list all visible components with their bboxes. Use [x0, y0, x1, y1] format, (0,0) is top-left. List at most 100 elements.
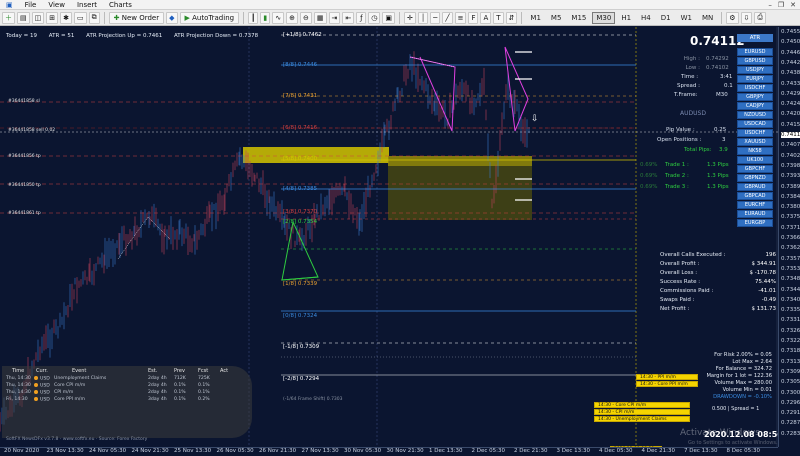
pair-button-eurusd[interactable]: EURUSD — [737, 48, 773, 56]
tf-m1[interactable]: M1 — [526, 12, 545, 24]
pair-button-eurjpy[interactable]: EURJPY — [737, 75, 773, 83]
terminal-icon[interactable]: ▭ — [74, 11, 87, 24]
label-icon[interactable]: T — [493, 11, 504, 24]
indicators-icon[interactable]: ƒ — [356, 11, 367, 24]
periods-icon[interactable]: ◷ — [368, 11, 381, 24]
autotrading-button[interactable]: ▶ AutoTrading — [179, 11, 240, 24]
pair-button-gbpnzd[interactable]: GBPNZD — [737, 174, 773, 182]
trade2-pct: 0.69% — [640, 173, 658, 179]
pair-button-usdcad[interactable]: USDCAD — [737, 120, 773, 128]
menu-charts[interactable]: Charts — [103, 1, 138, 9]
templates-icon[interactable]: ▣ — [382, 11, 396, 24]
pair-button-usdjpy[interactable]: USDJPY — [737, 66, 773, 74]
pair-button-gbpchf[interactable]: GBPCHF — [737, 165, 773, 173]
price-axis[interactable]: 0.74550 0.74505 0.74460 0.74420 0.74380 0.743… — [778, 27, 800, 447]
pair-button-euraud[interactable]: EURAUD — [737, 210, 773, 218]
tf-m5[interactable]: M5 — [547, 12, 566, 24]
market-watch-icon[interactable]: ◫ — [31, 11, 45, 24]
new-chart-icon[interactable]: ＋ — [2, 11, 15, 24]
restore-icon[interactable]: ❐ — [778, 1, 784, 9]
pair-button-xauusd[interactable]: XAUUSD — [737, 138, 773, 146]
pair-button-cadjpy[interactable]: CADJPY — [737, 102, 773, 110]
tf-h4[interactable]: H4 — [637, 12, 655, 24]
today-label: Today = 19 — [6, 33, 38, 39]
bar-chart-icon[interactable]: ┃ — [248, 11, 259, 24]
news-row-curr: USD — [34, 390, 50, 396]
news-col-act: Act — [220, 368, 229, 374]
risk-line-6: Volume Min = 0.01 — [722, 387, 772, 393]
order-tag-tp2[interactable]: #36441850 tp — [8, 183, 41, 188]
vertical-line-icon[interactable]: │ — [417, 11, 429, 24]
crosshair-icon[interactable]: ✛ — [404, 11, 416, 24]
navigator-icon[interactable]: ✱ — [60, 11, 72, 24]
order-tag-sell[interactable]: #36441858 sell 0.02 — [8, 128, 55, 133]
tile-icon[interactable]: ▦ — [313, 11, 327, 24]
tf-h1[interactable]: H1 — [617, 12, 635, 24]
price-axis-label: 0.73265 — [781, 327, 800, 334]
pair-button-gbpusd[interactable]: GBPUSD — [737, 57, 773, 65]
tester-icon[interactable]: ⧉ — [88, 11, 100, 24]
price-axis-label: 0.72830 — [781, 430, 800, 437]
time-axis[interactable]: 20 Nov 2020 23 Nov 13:30 24 Nov 05:30 24 No… — [0, 447, 778, 456]
channel-icon[interactable]: ≡ — [454, 11, 467, 24]
order-tag-tp1[interactable]: #36441856 tp — [8, 154, 41, 159]
level-plus1: [+1/8] 0.7462 — [283, 32, 322, 38]
text-icon[interactable]: A — [480, 11, 492, 24]
line-chart-icon[interactable]: ∿ — [272, 11, 285, 24]
stat-commissions: Commissions Paid : -41.01 — [660, 288, 776, 294]
candlestick-icon[interactable]: ▮ — [260, 11, 271, 24]
data-window-icon[interactable]: ⊞ — [46, 11, 59, 24]
price-axis-label: 0.72870 — [781, 420, 800, 427]
menu-insert[interactable]: Insert — [71, 1, 103, 9]
autoscroll-icon[interactable]: ⇥ — [328, 11, 341, 24]
news-row-time: Thu, 14:30 — [6, 376, 31, 381]
trendline-icon[interactable]: ╱ — [442, 11, 453, 24]
menu-view[interactable]: View — [42, 1, 71, 9]
order-tag-tp3[interactable]: #36441861 tp — [8, 211, 41, 216]
pair-button-eurgbp[interactable]: EURGBP — [737, 219, 773, 227]
account-stats: Overall Calls Executed :196 Overall Prof… — [660, 252, 776, 315]
trade1-label: Trade 1 : — [665, 162, 689, 168]
drawdown-label: DRAWDOWN = -0.10% — [713, 394, 772, 400]
order-tag-sl[interactable]: #36441858 sl — [8, 99, 40, 104]
toolbar: ＋ ▤ ◫ ⊞ ✱ ▭ ⧉ ✚ New Order ◆ ▶ AutoTradin… — [0, 10, 800, 26]
zoom-out-icon[interactable]: ⊖ — [300, 11, 312, 24]
tframe-label: T.Frame: — [674, 92, 698, 98]
profiles-icon[interactable]: ▤ — [17, 11, 30, 24]
level-minus1: [-1/8] 0.7309 — [283, 344, 320, 350]
down-arrow-icon: ⇩ — [531, 114, 539, 124]
tf-m15[interactable]: M15 — [567, 12, 590, 24]
pair-button-uk100[interactable]: UK100 — [737, 156, 773, 164]
pair-button-usdchf-2[interactable]: USDCHF — [737, 129, 773, 137]
chart-shift-icon[interactable]: ⇤ — [342, 11, 355, 24]
pair-button-nk58[interactable]: NK58 — [737, 147, 773, 155]
new-order-button[interactable]: ✚ New Order — [108, 11, 165, 24]
atr-button[interactable]: ATR — [737, 34, 773, 42]
horizontal-line-icon[interactable]: ─ — [430, 11, 441, 24]
zoom-in-icon[interactable]: ⊕ — [286, 11, 299, 24]
tf-w1[interactable]: W1 — [677, 12, 696, 24]
tf-d1[interactable]: D1 — [657, 12, 675, 24]
metaeditor-icon[interactable]: ◆ — [166, 11, 178, 24]
price-axis-label: 0.73980 — [781, 162, 800, 169]
price-axis-label: 0.73845 — [781, 193, 800, 200]
pair-button-gbpaud[interactable]: GBPAUD — [737, 183, 773, 191]
fibo-icon[interactable]: F — [468, 11, 479, 24]
menu-file[interactable]: File — [19, 1, 43, 9]
print-icon[interactable]: ⎙ — [754, 11, 767, 24]
tf-mn[interactable]: MN — [698, 12, 717, 24]
pair-button-gbpcad[interactable]: GBPCAD — [737, 192, 773, 200]
pair-button-eurchf[interactable]: EURCHF — [737, 201, 773, 209]
arrows-icon[interactable]: ⇵ — [505, 11, 518, 24]
minimize-icon[interactable]: – — [768, 1, 772, 9]
atr-proj-down-label: ATR Projection Down = 0.7378 — [173, 33, 259, 39]
pair-button-gbpjpy[interactable]: GBPJPY — [737, 93, 773, 101]
pair-button-nzdusd[interactable]: NZDUSD — [737, 111, 773, 119]
pair-button-usdchf[interactable]: USDCHF — [737, 84, 773, 92]
settings-icon[interactable]: ⚙ — [726, 11, 739, 24]
price-axis-label: 0.74245 — [781, 101, 800, 108]
close-icon[interactable]: ✕ — [790, 1, 796, 9]
impact-icon — [34, 376, 38, 380]
export-icon[interactable]: ⇩ — [740, 11, 753, 24]
tf-m30[interactable]: M30 — [592, 11, 616, 24]
